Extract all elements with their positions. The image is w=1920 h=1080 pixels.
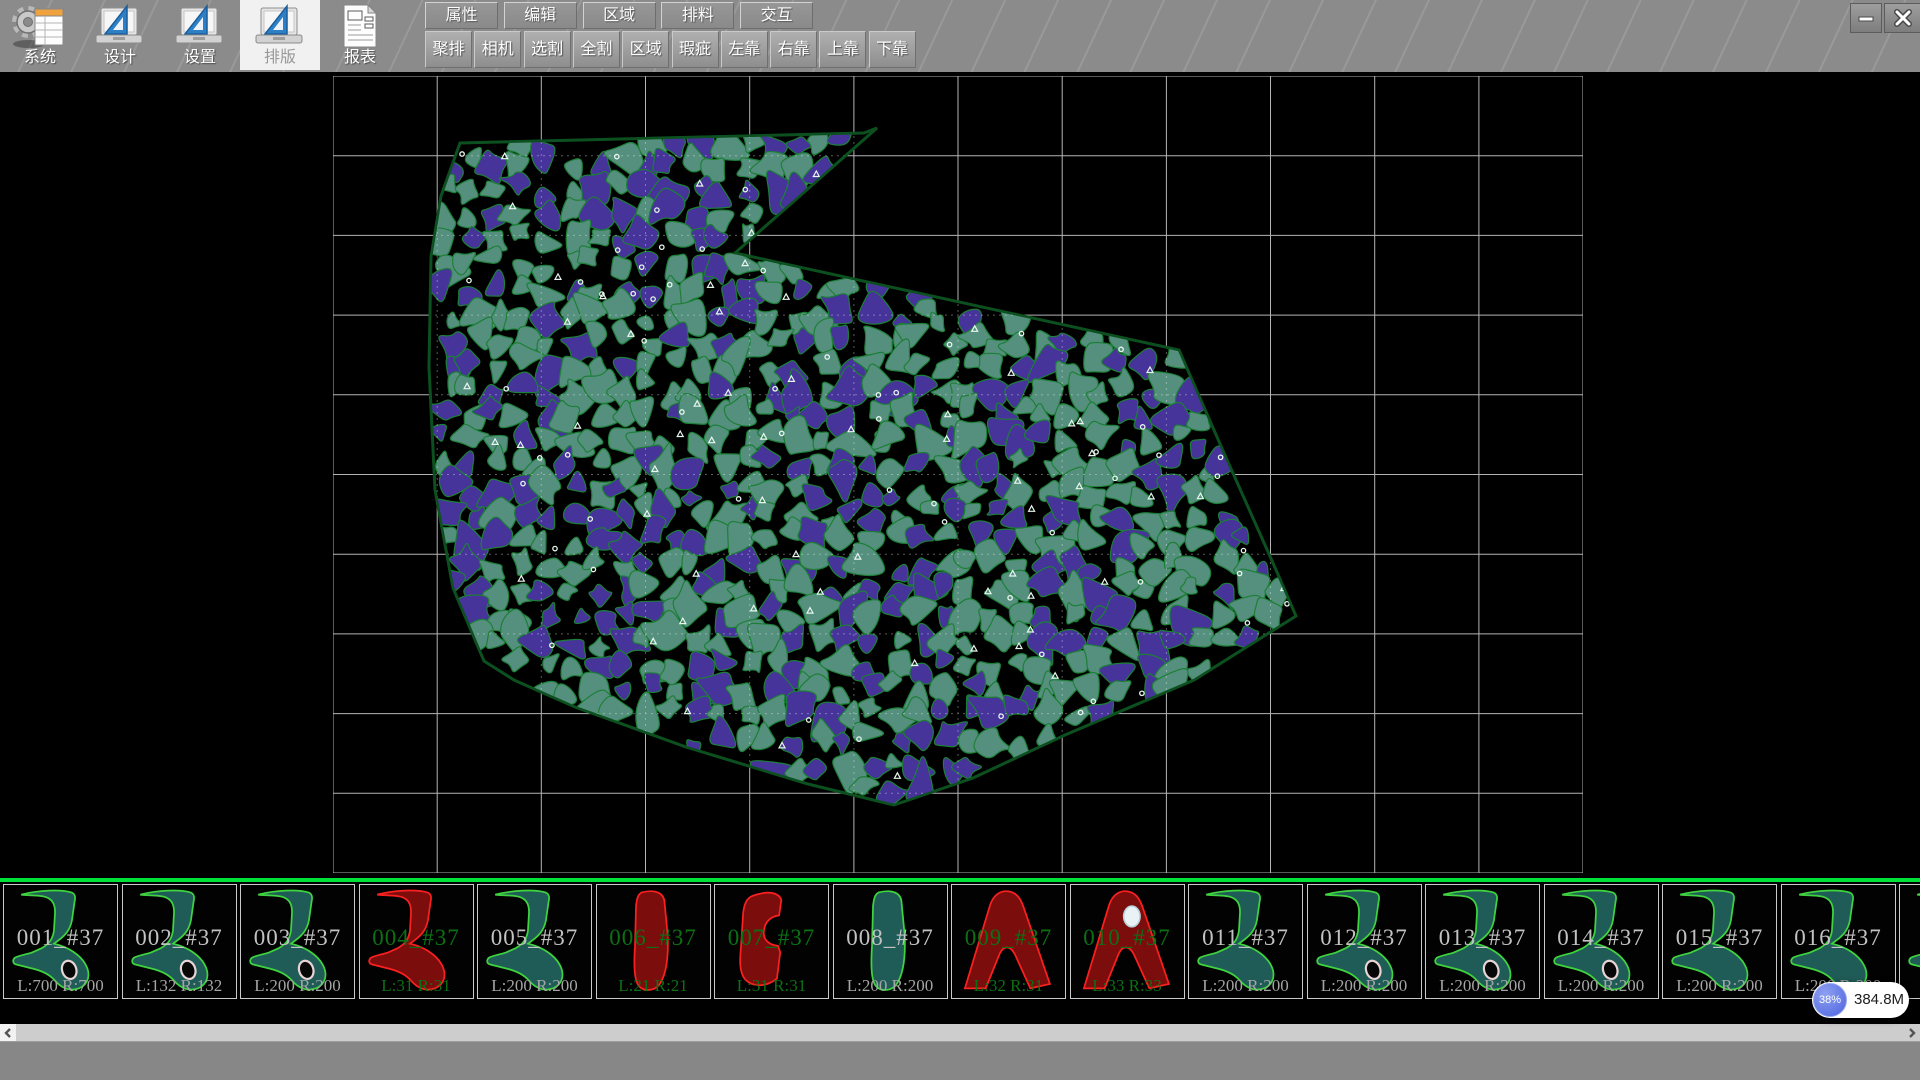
app-button-label: 报表 <box>320 43 400 67</box>
piece-name: 007_#37 <box>715 925 828 951</box>
menu-tab-3[interactable]: 区域 <box>583 2 656 29</box>
app-button-5[interactable]: 报表 <box>320 0 400 70</box>
piece-name: 006_#37 <box>597 925 710 951</box>
progress-percent: 38% <box>1819 994 1841 1006</box>
piece-name: 005_#37 <box>478 925 591 951</box>
horizontal-scrollbar[interactable] <box>0 1024 1920 1041</box>
app-button-label: 设置 <box>160 43 240 67</box>
piece-thumbnail-12[interactable]: 012_#37 L:200 R:200 <box>1307 884 1422 999</box>
menu-tab-1[interactable]: 属性 <box>425 2 498 29</box>
piece-lr-count: L:200 R:200 <box>1545 976 1658 996</box>
piece-lr-count: L:132 R:132 <box>123 976 236 996</box>
piece-lr-count: L:33 R:33 <box>1071 976 1184 996</box>
piece-lr-count: L:700 R:700 <box>4 976 117 996</box>
close-icon <box>1892 9 1914 27</box>
app-button-label: 系统 <box>0 43 80 67</box>
tool-button-3[interactable]: 选割 <box>524 31 571 68</box>
piece-lr-count: L:200 R:200 <box>1308 976 1421 996</box>
piece-name: 002_#37 <box>123 925 236 951</box>
piece-thumbnail-3[interactable]: 003_#37 L:200 R:200 <box>240 884 355 999</box>
tool-button-10[interactable]: 下靠 <box>869 31 916 68</box>
piece-name: 014_#37 <box>1545 925 1658 951</box>
chevron-left-icon <box>3 1027 13 1039</box>
scroll-left-button[interactable] <box>0 1024 16 1041</box>
memory-value: 384.8M <box>1854 982 1904 1018</box>
tool-button-9[interactable]: 上靠 <box>819 31 866 68</box>
piece-name: 013_#37 <box>1426 925 1539 951</box>
tool-button-6[interactable]: 瑕疵 <box>672 31 719 68</box>
piece-thumbnail-11[interactable]: 011_#37 L:200 R:200 <box>1188 884 1303 999</box>
tool-button-5[interactable]: 区域 <box>622 31 669 68</box>
menu-tab-4[interactable]: 排料 <box>661 2 734 29</box>
piece-thumbnail-1[interactable]: 001_#37 L:700 R:700 <box>3 884 118 999</box>
tool-button-2[interactable]: 相机 <box>474 31 521 68</box>
piece-lr-count: L:200 R:200 <box>1663 976 1776 996</box>
progress-circle: 38% <box>1813 983 1847 1017</box>
nesting-canvas[interactable] <box>0 72 1920 878</box>
app-button-3[interactable]: 设置 <box>160 0 240 70</box>
piece-thumbnail-9[interactable]: 009_#37 L:32 R:31 <box>951 884 1066 999</box>
piece-name: 004_#37 <box>360 925 473 951</box>
piece-name: 003_#37 <box>241 925 354 951</box>
tool-button-1[interactable]: 聚排 <box>425 31 472 68</box>
tool-button-4[interactable]: 全割 <box>573 31 620 68</box>
piece-lr-count: L:21 R:21 <box>597 976 710 996</box>
app-button-label: 设计 <box>80 43 160 67</box>
piece-lr-count: L:200 R:200 <box>1426 976 1539 996</box>
app-button-4[interactable]: 排版 <box>240 0 320 70</box>
piece-name: 011_#37 <box>1189 925 1302 951</box>
status-bar <box>0 1041 1920 1080</box>
menu-tab-2[interactable]: 编辑 <box>504 2 577 29</box>
app-button-1[interactable]: 系统 <box>0 0 80 70</box>
piece-name: 012_#37 <box>1308 925 1421 951</box>
close-button[interactable] <box>1884 3 1920 33</box>
piece-thumbnail-7[interactable]: 007_#37 L:31 R:31 <box>714 884 829 999</box>
title-bar: 系统设计设置排版报表 属性编辑区域排料交互聚排相机选割全割区域瑕疵左靠右靠上靠下… <box>0 0 1920 72</box>
hide-nesting-view <box>333 76 1583 873</box>
memory-badge: 38% 384.8M <box>1812 982 1909 1018</box>
piece-name: 010_#37 <box>1071 925 1184 951</box>
piece-lr-count: L:32 R:31 <box>952 976 1065 996</box>
piece-lr-count: L:31 R:31 <box>360 976 473 996</box>
scroll-right-button[interactable] <box>1904 1024 1920 1041</box>
piece-thumbnail-14[interactable]: 014_#37 L:200 R:200 <box>1544 884 1659 999</box>
tool-button-7[interactable]: 左靠 <box>721 31 768 68</box>
app-button-2[interactable]: 设计 <box>80 0 160 70</box>
piece-name: 0 <box>1900 925 1920 951</box>
piece-lr-count: L:200 R:200 <box>478 976 591 996</box>
piece-thumbnail-15[interactable]: 015_#37 L:200 R:200 <box>1662 884 1777 999</box>
chevron-right-icon <box>1907 1027 1917 1039</box>
piece-lr-count: L:31 R:31 <box>715 976 828 996</box>
piece-thumbnail-13[interactable]: 013_#37 L:200 R:200 <box>1425 884 1540 999</box>
piece-name: 015_#37 <box>1663 925 1776 951</box>
tool-button-8[interactable]: 右靠 <box>770 31 817 68</box>
app-button-label: 排版 <box>240 43 320 67</box>
piece-lr-count: L:200 R:200 <box>1189 976 1302 996</box>
piece-lr-count: L:200 R:200 <box>241 976 354 996</box>
pieces-filmstrip: 001_#37L:700 R:700002_#37L:132 R:132003_… <box>0 882 1920 1024</box>
menu-tab-5[interactable]: 交互 <box>740 2 813 29</box>
minimize-button[interactable] <box>1850 3 1882 33</box>
minimize-icon <box>1857 11 1875 25</box>
piece-thumbnail-2[interactable]: 002_#37 L:132 R:132 <box>122 884 237 999</box>
piece-thumbnail-4[interactable]: 004_#37 L:31 R:31 <box>359 884 474 999</box>
piece-name: 009_#37 <box>952 925 1065 951</box>
piece-name: 001_#37 <box>4 925 117 951</box>
piece-thumbnail-8[interactable]: 008_#37 L:200 R:200 <box>833 884 948 999</box>
piece-name: 016_#37 <box>1782 925 1895 951</box>
piece-thumbnail-5[interactable]: 005_#37 L:200 R:200 <box>477 884 592 999</box>
piece-lr-count: L:200 R:200 <box>834 976 947 996</box>
piece-name: 008_#37 <box>834 925 947 951</box>
piece-thumbnail-10[interactable]: 010_#37 L:33 R:33 <box>1070 884 1185 999</box>
piece-thumbnail-6[interactable]: 006_#37 L:21 R:21 <box>596 884 711 999</box>
